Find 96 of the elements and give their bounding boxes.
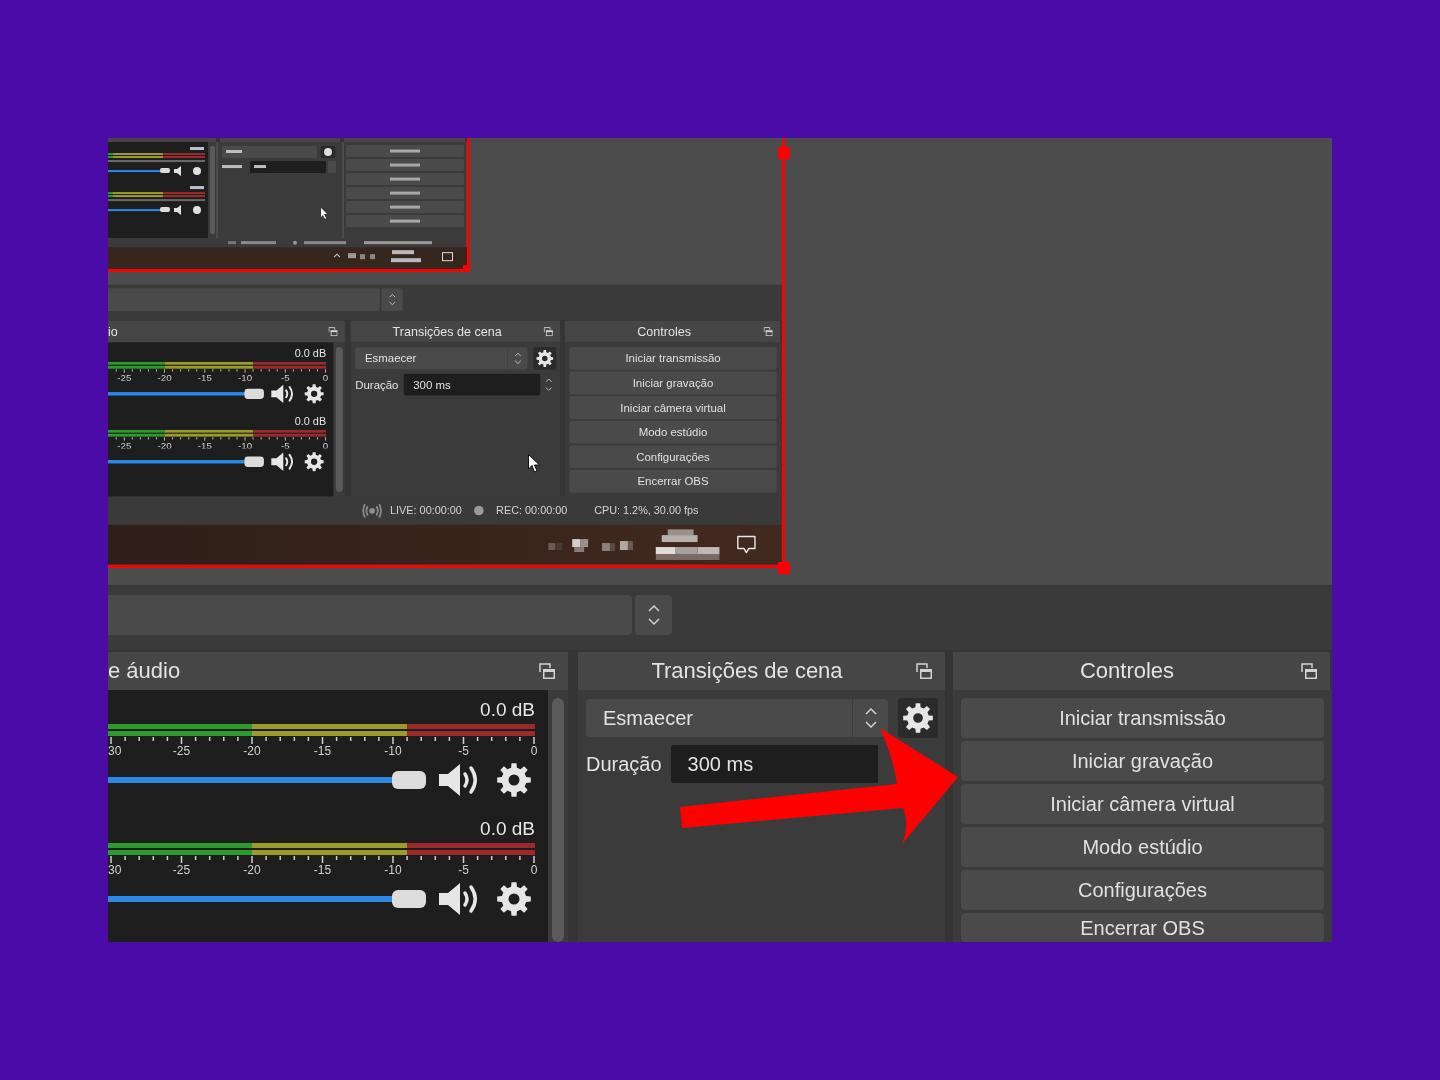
tick-label: -10 (238, 439, 253, 449)
control-button[interactable]: Encerrar OBS (961, 913, 1324, 942)
tick-label: -25 (172, 744, 191, 757)
dock-title: Transições de cena (651, 658, 843, 684)
scrollbar[interactable] (548, 690, 568, 942)
resize-handle[interactable] (778, 147, 790, 159)
volume-slider[interactable] (108, 388, 264, 399)
tick-label: 0 (322, 439, 329, 449)
settings-icon[interactable] (304, 452, 324, 472)
tick-label: -10 (238, 371, 253, 381)
control-button[interactable]: Encerrar OBS (569, 469, 777, 493)
spin-buttons[interactable] (635, 595, 672, 635)
transition-settings-button[interactable] (898, 698, 938, 738)
tick-label: -5 (281, 371, 290, 381)
chevron-down-icon (647, 618, 660, 625)
scrollbar-thumb[interactable] (335, 347, 343, 492)
tick-label: -20 (243, 744, 261, 757)
dock-title: Transições de cena (392, 324, 502, 339)
tick-label: -5 (458, 863, 469, 876)
message-icon[interactable] (736, 534, 757, 555)
control-button[interactable]: Iniciar câmera virtual (961, 784, 1324, 824)
duration-field[interactable]: 300 ms (403, 373, 540, 396)
settings-icon[interactable] (304, 384, 324, 404)
volume-reading: 0.0 dB (480, 700, 535, 720)
tick-label: -5 (458, 744, 469, 757)
tick-label: -20 (157, 439, 172, 449)
float-window-icon[interactable] (916, 663, 932, 679)
tick-label: -15 (197, 439, 212, 449)
tick-label: -25 (117, 439, 132, 449)
tick-label: -25 (172, 863, 191, 876)
tick-label: 0 (530, 863, 538, 876)
tick-label: -15 (197, 371, 212, 381)
float-window-icon[interactable] (1301, 663, 1317, 679)
tick-label: -20 (243, 863, 261, 876)
tick-label: 0 (530, 744, 538, 757)
volume-reading: 0.0 dB (294, 416, 327, 428)
transition-dropdown[interactable]: Esmaecer (586, 699, 888, 737)
tick-label: -25 (117, 371, 132, 381)
duration-label: Duração (586, 752, 662, 776)
control-button[interactable]: Iniciar gravação (961, 741, 1324, 781)
record-dot-icon (473, 505, 484, 516)
settings-icon (536, 349, 554, 367)
volume-reading: 0.0 dB (294, 348, 327, 360)
volume-slider[interactable] (108, 771, 426, 789)
resize-handle[interactable] (778, 562, 790, 574)
cpu-status: CPU: 1.2%, 30.00 fps (594, 504, 699, 517)
speaker-icon[interactable] (270, 452, 296, 472)
chevron-down-icon (864, 721, 877, 728)
tick-label: -5 (281, 439, 290, 449)
control-button[interactable]: Iniciar transmissão (961, 698, 1324, 738)
tick-label: -15 (313, 744, 332, 757)
preview-source[interactable] (108, 138, 785, 568)
tick-label: 30 (108, 863, 122, 876)
control-button[interactable]: Configurações (569, 445, 777, 469)
transition-settings-button[interactable] (533, 347, 557, 370)
transition-dropdown[interactable]: Esmaecer (355, 347, 528, 370)
control-button[interactable]: Modo estúdio (961, 827, 1324, 867)
chevron-up-icon (864, 708, 877, 715)
volume-slider[interactable] (108, 890, 426, 908)
tick-label: 30 (108, 744, 122, 757)
slider-thumb[interactable] (392, 771, 426, 789)
tick-label: -10 (384, 863, 402, 876)
float-window-icon[interactable] (539, 663, 555, 679)
control-button[interactable]: Iniciar gravação (569, 371, 777, 395)
dock-title: io (108, 324, 118, 339)
volume-reading: 0.0 dB (480, 819, 535, 839)
rec-status: REC: 00:00:00 (496, 504, 568, 517)
slider-thumb[interactable] (244, 388, 264, 399)
dock-title: Controles (1079, 658, 1175, 684)
tick-label: -15 (313, 863, 332, 876)
control-button[interactable]: Iniciar transmissão (569, 347, 777, 370)
tick-label: 0 (322, 371, 329, 381)
duration-field[interactable]: 300 ms (670, 745, 878, 783)
settings-icon (903, 703, 933, 733)
control-button[interactable]: Modo estúdio (569, 420, 777, 444)
input-field[interactable] (108, 288, 380, 311)
slider-thumb[interactable] (392, 890, 426, 908)
tick-label: -10 (384, 744, 402, 757)
scrollbar[interactable] (333, 342, 345, 497)
cursor-icon (528, 454, 541, 473)
settings-icon[interactable] (497, 763, 531, 797)
chevron-up-icon (647, 605, 660, 612)
duration-label: Duração (355, 377, 399, 392)
settings-icon[interactable] (497, 882, 531, 916)
tick-label: -20 (157, 371, 172, 381)
control-button[interactable]: Configurações (961, 870, 1324, 910)
live-status: LIVE: 00:00:00 (390, 504, 462, 517)
broadcast-icon (362, 502, 383, 519)
scrollbar-thumb[interactable] (552, 698, 564, 942)
slider-thumb[interactable] (244, 456, 264, 467)
dock-title: Controles (637, 324, 692, 339)
speaker-icon[interactable] (270, 384, 296, 404)
input-field[interactable] (108, 595, 632, 635)
volume-slider[interactable] (108, 456, 264, 467)
dock-title: e áudio (108, 658, 181, 684)
control-button[interactable]: Iniciar câmera virtual (569, 396, 777, 419)
